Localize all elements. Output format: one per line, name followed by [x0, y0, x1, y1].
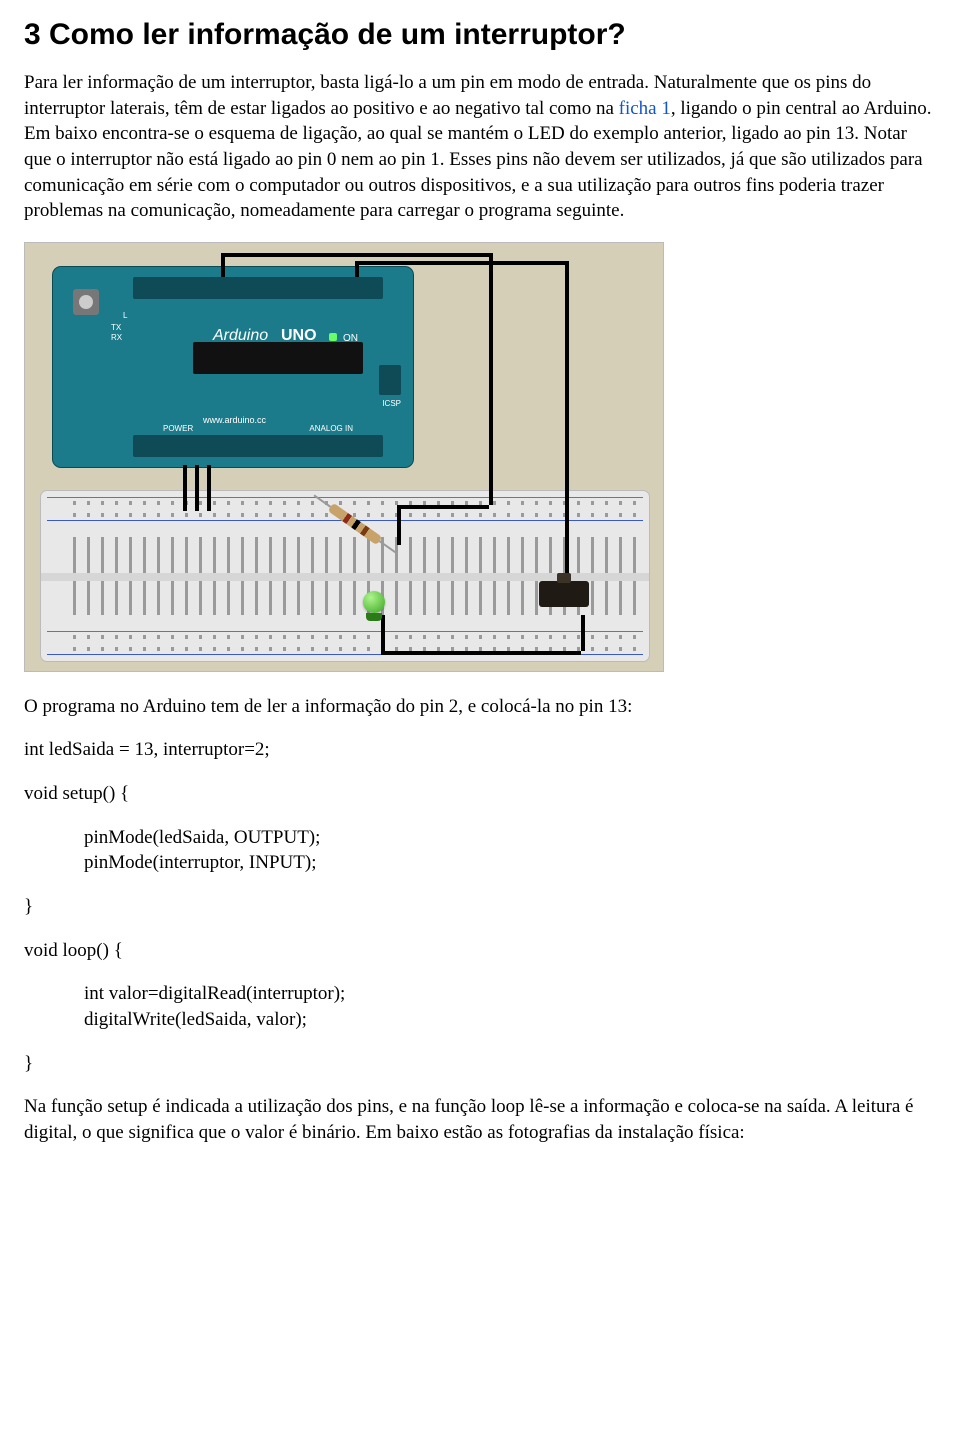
- wire: [355, 261, 359, 277]
- brand-label: Arduino: [213, 327, 268, 345]
- code-line-1: int ledSaida = 13, interruptor=2;: [24, 737, 936, 763]
- txrx-label: TX RX: [111, 323, 122, 343]
- code-line-9: }: [24, 1051, 936, 1077]
- ficha-1-link[interactable]: ficha 1: [619, 98, 671, 119]
- l-label: L: [123, 311, 127, 320]
- icsp-label: ICSP: [382, 399, 401, 408]
- slide-switch: [539, 581, 589, 607]
- model-label: UNO: [281, 327, 317, 345]
- wire: [221, 253, 225, 277]
- url-label: www.arduino.cc: [203, 415, 266, 425]
- analog-label: ANALOG IN: [309, 424, 353, 433]
- code-line-2: void setup() {: [24, 781, 936, 807]
- wire: [183, 465, 187, 511]
- wire: [207, 465, 211, 511]
- wire: [581, 615, 585, 651]
- closing-paragraph: Na função setup é indicada a utilização …: [24, 1094, 936, 1145]
- wire: [381, 651, 581, 655]
- green-led: [363, 591, 385, 613]
- wiring-diagram: Arduino UNO ON ICSP TX RX L www.arduino.…: [24, 242, 664, 672]
- power-rails-bot: [41, 625, 649, 661]
- code-line-3: pinMode(ledSaida, OUTPUT);: [24, 825, 936, 851]
- code-line-8: digitalWrite(ledSaida, valor);: [24, 1007, 936, 1033]
- power-label: POWER: [163, 424, 193, 433]
- wire: [397, 505, 489, 509]
- digital-header: [133, 277, 383, 299]
- code-line-7: int valor=digitalRead(interruptor);: [24, 981, 936, 1007]
- page-heading: 3 Como ler informação de um interruptor?: [24, 18, 936, 52]
- wire: [195, 465, 199, 511]
- arduino-board: Arduino UNO ON ICSP TX RX L www.arduino.…: [53, 267, 413, 467]
- reset-button: [73, 289, 99, 315]
- wire: [381, 615, 385, 651]
- wire: [221, 253, 489, 257]
- on-label: ON: [343, 333, 358, 344]
- microcontroller-chip: [193, 342, 363, 374]
- code-line-4: pinMode(interruptor, INPUT);: [24, 850, 936, 876]
- icsp-header: [379, 365, 401, 395]
- program-intro: O programa no Arduino tem de ler a infor…: [24, 694, 936, 720]
- wire: [355, 261, 565, 265]
- intro-paragraph: Para ler informação de um interruptor, b…: [24, 70, 936, 224]
- wire: [489, 253, 493, 505]
- power-analog-header: [133, 435, 383, 457]
- code-line-5: }: [24, 894, 936, 920]
- power-led: [329, 333, 337, 341]
- wire: [565, 261, 569, 583]
- code-line-6: void loop() {: [24, 938, 936, 964]
- wire: [397, 505, 401, 545]
